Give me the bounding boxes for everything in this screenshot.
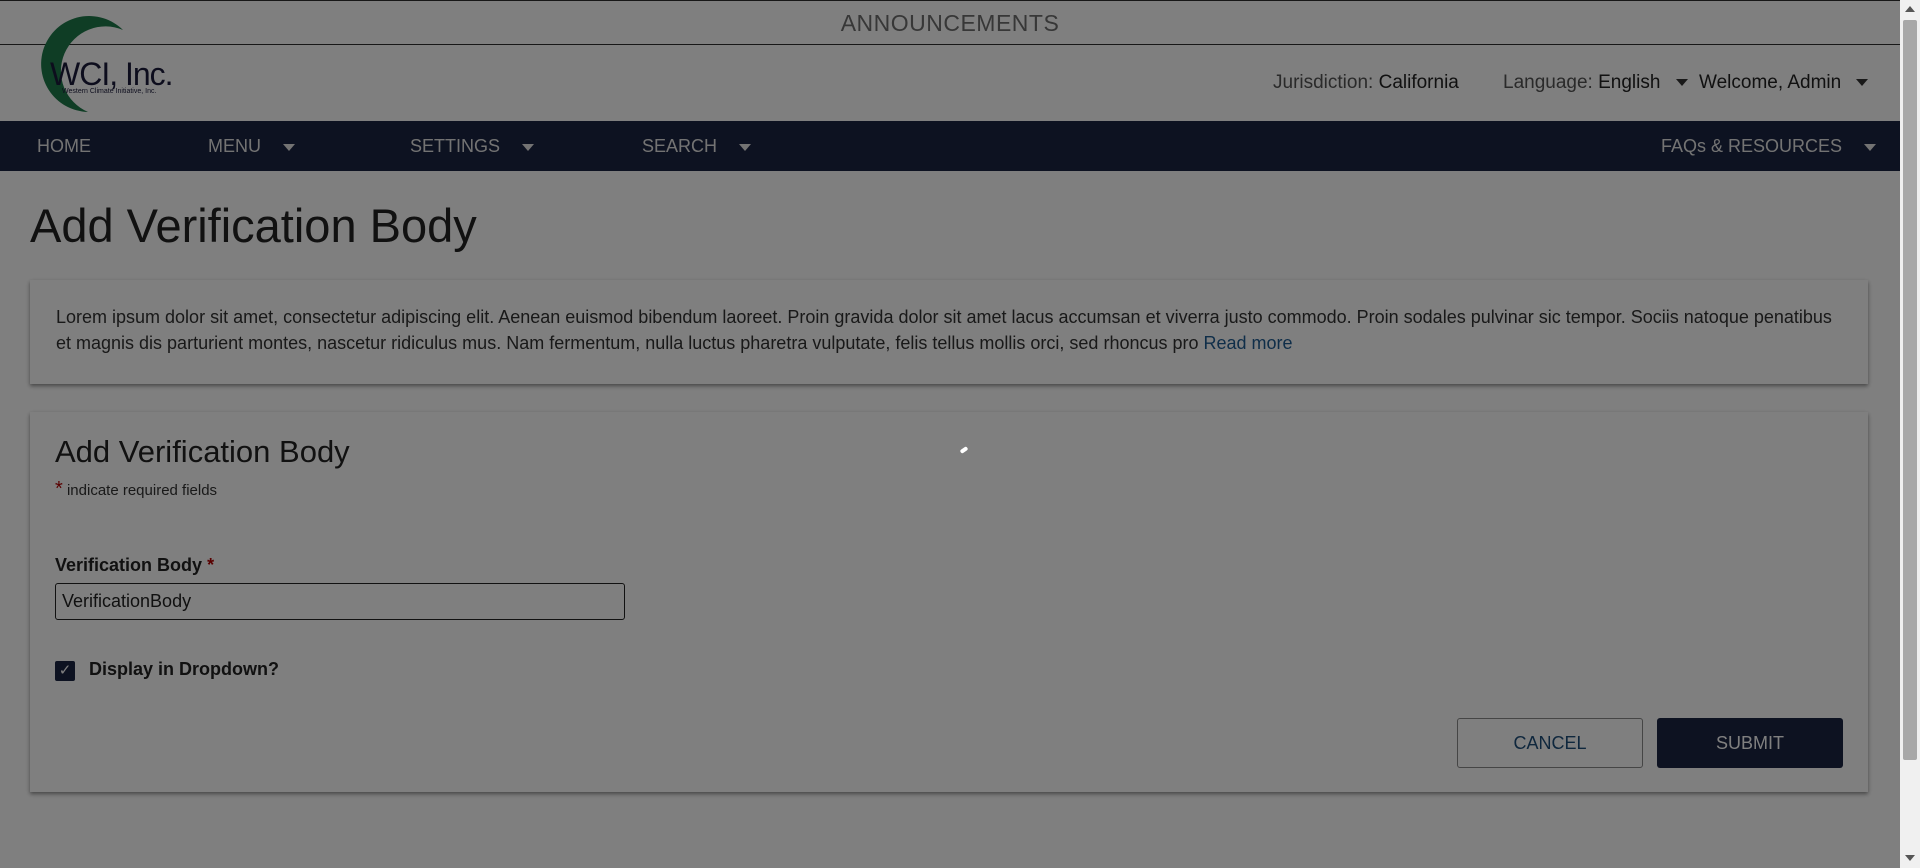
logo-tagline: Western Climate Initiative, Inc. — [62, 88, 157, 95]
nav-search-label: SEARCH — [642, 136, 718, 156]
scroll-down-arrow-icon[interactable] — [1905, 855, 1915, 861]
chevron-down-icon — [1856, 79, 1869, 87]
scrollbar-thumb[interactable] — [1903, 20, 1917, 760]
chevron-down-icon — [739, 143, 752, 151]
form-title: Add Verification Body — [55, 434, 350, 469]
vertical-scrollbar[interactable] — [1900, 0, 1920, 868]
intro-text: Lorem ipsum dolor sit amet, consectetur … — [56, 307, 1832, 353]
cancel-button[interactable]: CANCEL — [1457, 718, 1643, 768]
intro-panel: Lorem ipsum dolor sit amet, consectetur … — [30, 280, 1868, 384]
jurisdiction-value: California — [1378, 72, 1459, 93]
language-label: Language: — [1503, 72, 1593, 93]
wci-logo[interactable]: WCI, Inc. Western Climate Initiative, In… — [28, 16, 178, 112]
jurisdiction-display: Jurisdiction: California — [1273, 72, 1459, 94]
nav-settings[interactable]: SETTINGS — [410, 121, 535, 171]
nav-faqs-resources[interactable]: FAQs & RESOURCES — [1661, 121, 1877, 171]
add-verification-body-form: Add Verification Body * indicate require… — [30, 412, 1868, 792]
nav-menu-label: MENU — [208, 136, 261, 156]
page: ANNOUNCEMENTS WCI, Inc. Western Climate … — [0, 0, 1900, 868]
language-value: English — [1598, 72, 1661, 93]
nav-home[interactable]: HOME — [37, 121, 91, 171]
chevron-down-icon — [1675, 79, 1688, 87]
verification-body-label: Verification Body * — [55, 555, 214, 576]
nav-settings-label: SETTINGS — [410, 136, 501, 156]
required-fields-note: * indicate required fields — [55, 478, 217, 501]
page-title: Add Verification Body — [30, 199, 477, 252]
required-star: * — [207, 555, 215, 575]
user-menu[interactable]: Welcome, Admin — [1699, 72, 1869, 94]
jurisdiction-label: Jurisdiction: — [1273, 72, 1374, 93]
nav-menu[interactable]: MENU — [208, 121, 295, 171]
required-note-text: indicate required fields — [66, 482, 218, 499]
nav-faqs-label: FAQs & RESOURCES — [1661, 136, 1843, 156]
language-selector[interactable]: Language: English — [1503, 72, 1688, 94]
nav-search[interactable]: SEARCH — [642, 121, 752, 171]
chevron-down-icon — [522, 143, 535, 151]
main-nav: HOME MENU SETTINGS SEARCH FAQs & RESOURC… — [0, 121, 1900, 171]
welcome-text: Welcome, Admin — [1699, 72, 1842, 93]
nav-home-label: HOME — [37, 136, 91, 156]
display-in-dropdown-checkbox[interactable]: ✓ — [55, 661, 75, 681]
verification-body-label-text: Verification Body — [55, 555, 203, 575]
submit-button[interactable]: SUBMIT — [1657, 718, 1843, 768]
required-star: * — [55, 478, 63, 500]
display-in-dropdown-label[interactable]: Display in Dropdown? — [89, 659, 279, 680]
read-more-link[interactable]: Read more — [1204, 333, 1293, 353]
chevron-down-icon — [283, 143, 295, 151]
verification-body-input[interactable] — [55, 583, 625, 620]
checkmark-icon: ✓ — [58, 662, 72, 679]
announcements-bar[interactable]: ANNOUNCEMENTS — [0, 0, 1900, 45]
scroll-up-arrow-icon[interactable] — [1905, 6, 1915, 12]
chevron-down-icon — [1864, 143, 1877, 151]
